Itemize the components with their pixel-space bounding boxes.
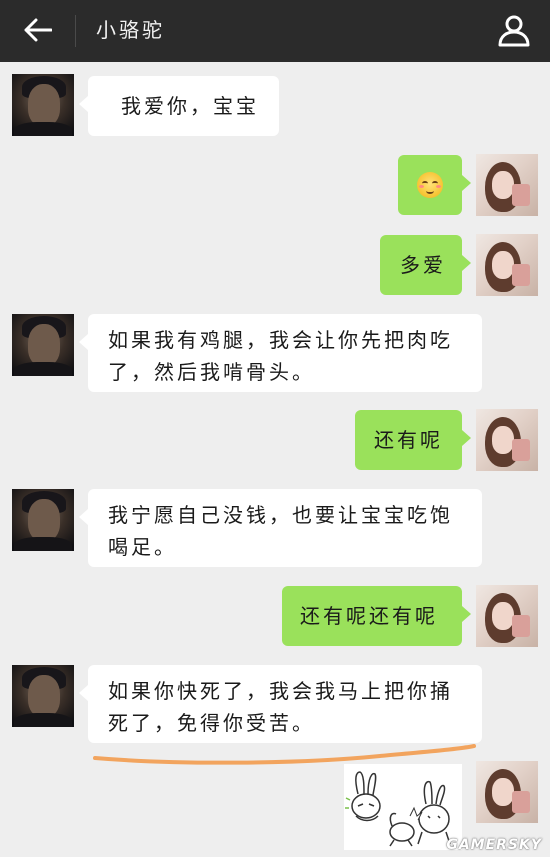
blushing-smile-emoji <box>417 172 443 198</box>
message-text: 还有呢 <box>374 428 443 452</box>
rabbit-sticker[interactable] <box>344 764 462 850</box>
chat-info-button[interactable] <box>492 8 536 52</box>
orange-underline-annotation <box>93 744 476 765</box>
sent-message[interactable]: 还有呢还有呢 <box>282 586 471 646</box>
message-text: 还有呢还有呢 <box>300 604 438 628</box>
contact-avatar[interactable] <box>12 74 74 136</box>
sent-message[interactable]: 还有呢 <box>355 410 471 470</box>
message-text: 多爱 <box>400 253 446 277</box>
contact-avatar[interactable] <box>12 665 74 727</box>
message-line: 死了，免得你受苦。 <box>108 711 315 735</box>
my-avatar[interactable] <box>476 585 538 647</box>
message-line: 我宁愿自己没钱，也要让宝宝吃饱 <box>108 503 453 527</box>
message-line: 喝足。 <box>108 535 177 559</box>
message-line: 如果你快死了，我会我马上把你捅 <box>108 679 453 703</box>
gamersky-watermark: GAMERSKY <box>446 837 542 853</box>
message-line: 如果我有鸡腿，我会让你先把肉吃 <box>108 328 453 352</box>
my-avatar[interactable] <box>476 761 538 823</box>
header-divider <box>75 15 76 47</box>
message-text: 我爱你，宝宝 <box>121 94 259 118</box>
chat-title: 小骆驼 <box>96 18 165 42</box>
received-message[interactable]: 我宁愿自己没钱，也要让宝宝吃饱 喝足。 <box>79 489 482 567</box>
my-avatar[interactable] <box>476 409 538 471</box>
sent-message[interactable] <box>398 155 471 215</box>
contact-avatar[interactable] <box>12 314 74 376</box>
person-icon <box>498 15 530 47</box>
sent-message[interactable]: 多爱 <box>380 235 471 295</box>
contact-avatar[interactable] <box>12 489 74 551</box>
received-message[interactable]: 如果我有鸡腿，我会让你先把肉吃 了，然后我啃骨头。 <box>79 314 482 392</box>
back-button[interactable] <box>14 10 62 50</box>
my-avatar[interactable] <box>476 234 538 296</box>
received-message[interactable]: 我爱你，宝宝 <box>79 76 279 136</box>
received-message[interactable]: 如果你快死了，我会我马上把你捅 死了，免得你受苦。 <box>79 665 482 743</box>
chat-header: 小骆驼 <box>0 0 550 62</box>
my-avatar[interactable] <box>476 154 538 216</box>
message-line: 了，然后我啃骨头。 <box>108 360 315 384</box>
arrow-left-icon <box>24 18 52 42</box>
rabbit-sticker-drawing <box>345 771 451 847</box>
